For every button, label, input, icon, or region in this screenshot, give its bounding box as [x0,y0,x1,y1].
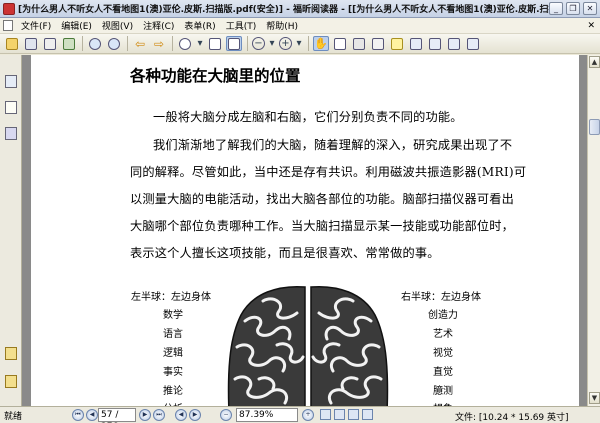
left-function-label: 事实 [163,367,183,378]
last-page-button[interactable]: ⏭ [153,409,165,421]
save-icon[interactable] [23,36,39,51]
zoom-dropdown-icon[interactable]: ▾ [268,36,276,51]
window-title: [为什么男人不听女人不看地图1(澳)亚伦.皮斯.扫描版.pdf(安全)] - 福… [18,5,549,15]
right-function-label: 直觉 [433,367,453,378]
document-view[interactable]: 各种功能在大脑里的位置 一般将大脑分成左脑和右脑，它们分别负责不同的功能。 我们… [22,55,587,406]
brain-illustration [227,285,389,406]
navigation-panel [0,55,22,406]
zoom-in-button[interactable]: + [302,409,314,421]
right-function-label: 臆测 [433,386,453,397]
left-function-label: 逻辑 [163,348,183,359]
last-page-icon[interactable] [106,36,122,51]
close-button[interactable]: ✕ [583,2,597,15]
scrollbar-thumb[interactable] [589,119,600,135]
paragraph-line: 同的解释。尽管如此，当中还是存有共识。利用磁波共振造影器(MRI)可 [130,165,527,179]
paragraph-line: 大脑哪个部位负责哪种工作。当大脑扫描显示某一技能或功能部位时， [130,219,515,233]
zoom-icon[interactable] [177,36,193,51]
note-icon[interactable] [389,36,405,51]
left-function-label: 语言 [163,329,183,340]
scroll-down-arrow-icon[interactable]: ▼ [589,392,600,404]
open-file-icon[interactable] [4,36,20,51]
hand-tool-icon[interactable]: ✋ [313,36,329,51]
left-hemisphere-title: 左半球：左边身体 [131,292,211,303]
attachments-icon[interactable] [5,375,17,388]
zoom-in-icon[interactable]: + [279,37,292,50]
email-icon[interactable] [61,36,77,51]
restore-button[interactable]: ❐ [566,2,580,15]
file-size-info: 文件: [10.24 * 15.69 英寸] [455,413,569,423]
menu-bar: 文件(F) 编辑(E) 视图(V) 注释(C) 表单(R) 工具(T) 帮助(H… [0,18,600,34]
left-function-label: 数学 [163,310,183,321]
back-arrow-icon[interactable]: ⇦ [132,36,148,51]
zoom-out-button[interactable]: − [220,409,232,421]
toolbar-separator [247,36,248,51]
stamp-icon[interactable] [427,36,443,51]
page-number-field[interactable]: 57 / 276 [98,408,136,423]
comments-icon[interactable] [5,347,17,360]
measure-icon[interactable] [465,36,481,51]
page-heading: 各种功能在大脑里的位置 [130,66,301,85]
toolbar-separator [127,36,128,51]
right-function-label: 创造力 [428,310,458,321]
app-icon [3,2,15,15]
scroll-up-arrow-icon[interactable]: ▲ [589,56,600,68]
vertical-scrollbar[interactable]: ▲ ▼ [587,55,600,406]
next-page-button[interactable]: ▶ [139,409,151,421]
minimize-button[interactable]: _ [549,2,563,15]
forward-view-button[interactable]: ▶ [189,409,201,421]
fit-page-icon[interactable] [207,36,223,51]
back-view-button[interactable]: ◀ [175,409,187,421]
pages-thumbnail-icon[interactable] [5,101,17,114]
menu-comment[interactable]: 注释(C) [138,19,179,32]
bookmarks-icon[interactable] [5,75,17,88]
title-bar: [为什么男人不听女人不看地图1(澳)亚伦.皮斯.扫描版.pdf(安全)] - 福… [0,0,600,18]
select-text-icon[interactable] [332,36,348,51]
forward-arrow-icon[interactable]: ⇨ [151,36,167,51]
status-bar: 就绪 ⏮ ◀ 57 / 276 ▶ ⏭ ◀ ▶ − 87.39% + 文件: [… [0,406,600,423]
paragraph-line: 一般将大脑分成左脑和右脑，它们分别负责不同的功能。 [153,110,463,124]
attachment-icon[interactable] [446,36,462,51]
pdf-page: 各种功能在大脑里的位置 一般将大脑分成左脑和右脑，它们分别负责不同的功能。 我们… [31,55,579,406]
facing-page-icon[interactable] [348,409,359,420]
menu-edit[interactable]: 编辑(E) [56,19,97,32]
toolbar-separator [172,36,173,51]
zoom-dropdown-icon[interactable]: ▾ [196,36,204,51]
document-icon[interactable] [3,20,13,31]
menu-form[interactable]: 表单(R) [179,19,220,32]
toolbar: ⇦ ⇨ ▾ − ▾ + ▾ ✋ [0,34,600,54]
print-icon[interactable] [42,36,58,51]
menu-help[interactable]: 帮助(H) [261,19,303,32]
zoom-level-field[interactable]: 87.39% [236,408,298,422]
zoom-dropdown-icon[interactable]: ▾ [295,36,303,51]
menu-view[interactable]: 视图(V) [97,19,138,32]
paragraph-line: 我们渐渐地了解我们的大脑，随着理解的深入，研究成果出现了不 [153,138,513,152]
toolbar-separator [82,36,83,51]
left-function-label: 推论 [163,386,183,397]
status-text: 就绪 [4,412,23,422]
right-function-label: 视觉 [433,348,453,359]
paragraph-line: 表示这个人擅长这项技能，而且是很喜欢、常常做的事。 [130,246,440,260]
prev-page-button[interactable]: ◀ [86,409,98,421]
continuous-page-icon[interactable] [334,409,345,420]
paragraph-line: 以测量大脑的电能活动，找出大脑各部位的功能。脑部扫描仪器可看出 [130,192,515,206]
highlight-icon[interactable] [408,36,424,51]
right-function-label: 艺术 [433,329,453,340]
first-page-button[interactable]: ⏮ [72,409,84,421]
zoom-out-icon[interactable]: − [252,37,265,50]
layers-icon[interactable] [5,127,17,140]
fit-width-icon[interactable] [226,36,242,51]
document-close-icon[interactable]: ✕ [582,21,600,31]
menu-tools[interactable]: 工具(T) [221,19,262,32]
snapshot-icon[interactable] [351,36,367,51]
toolbar-separator [308,36,309,51]
single-page-icon[interactable] [320,409,331,420]
menu-file[interactable]: 文件(F) [16,19,56,32]
right-hemisphere-title: 右半球：左边身体 [401,292,481,303]
continuous-facing-icon[interactable] [362,409,373,420]
typewriter-icon[interactable] [370,36,386,51]
first-page-icon[interactable] [87,36,103,51]
